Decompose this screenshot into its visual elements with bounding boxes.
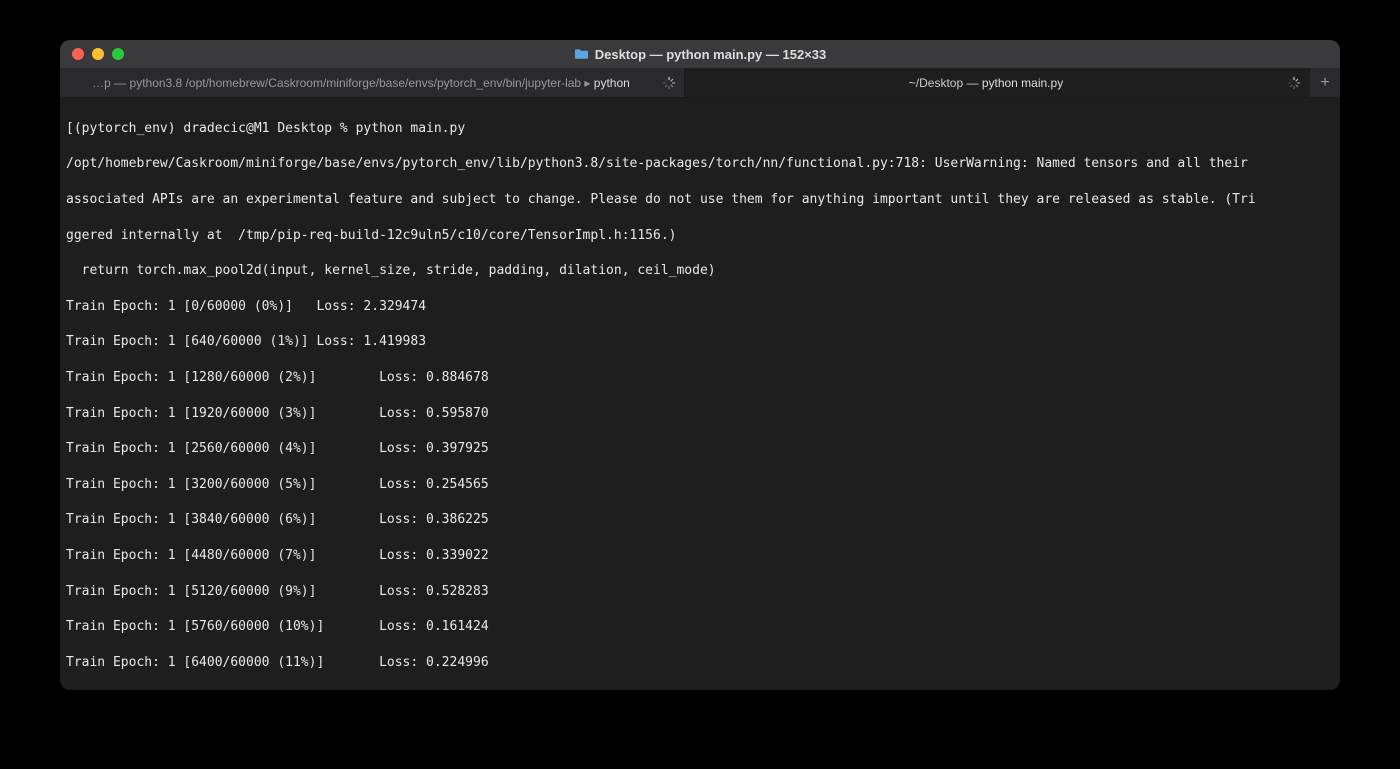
terminal-body[interactable]: [(pytorch_env) dradecic@M1 Desktop % pyt… [60, 98, 1340, 690]
terminal-train-line: Train Epoch: 1 [7040/60000 (12%)] Loss: … [66, 689, 1334, 690]
terminal-output-line: return torch.max_pool2d(input, kernel_si… [66, 262, 1334, 280]
tab-bar: …p — python3.8 /opt/homebrew/Caskroom/mi… [60, 68, 1340, 98]
close-button[interactable] [72, 48, 84, 60]
terminal-window: Desktop — python main.py — 152×33 …p — p… [60, 40, 1340, 690]
window-title: Desktop — python main.py — 152×33 [60, 47, 1340, 62]
terminal-train-line: Train Epoch: 1 [6400/60000 (11%)] Loss: … [66, 654, 1334, 672]
tab-main-py[interactable]: ~/Desktop — python main.py [685, 68, 1310, 97]
terminal-train-line: Train Epoch: 1 [5120/60000 (9%)] Loss: 0… [66, 583, 1334, 601]
terminal-train-line: Train Epoch: 1 [1280/60000 (2%)] Loss: 0… [66, 369, 1334, 387]
terminal-train-line: Train Epoch: 1 [4480/60000 (7%)] Loss: 0… [66, 547, 1334, 565]
terminal-train-line: Train Epoch: 1 [2560/60000 (4%)] Loss: 0… [66, 440, 1334, 458]
folder-icon [574, 48, 589, 60]
terminal-train-line: Train Epoch: 1 [640/60000 (1%)] Loss: 1.… [66, 333, 1334, 351]
minimize-button[interactable] [92, 48, 104, 60]
new-tab-button[interactable]: + [1310, 68, 1340, 97]
window-controls [72, 48, 124, 60]
terminal-train-line: Train Epoch: 1 [3200/60000 (5%)] Loss: 0… [66, 476, 1334, 494]
tab-label: …p — python3.8 /opt/homebrew/Caskroom/mi… [92, 76, 630, 90]
spinner-icon [1287, 76, 1301, 90]
titlebar[interactable]: Desktop — python main.py — 152×33 [60, 40, 1340, 68]
terminal-prompt-line: [(pytorch_env) dradecic@M1 Desktop % pyt… [66, 120, 1334, 138]
window-title-text: Desktop — python main.py — 152×33 [595, 47, 827, 62]
tab-label: ~/Desktop — python main.py [909, 76, 1063, 90]
terminal-output-line: /opt/homebrew/Caskroom/miniforge/base/en… [66, 155, 1334, 173]
terminal-output-line: associated APIs are an experimental feat… [66, 191, 1334, 209]
zoom-button[interactable] [112, 48, 124, 60]
terminal-train-line: Train Epoch: 1 [3840/60000 (6%)] Loss: 0… [66, 511, 1334, 529]
terminal-train-line: Train Epoch: 1 [5760/60000 (10%)] Loss: … [66, 618, 1334, 636]
terminal-train-line: Train Epoch: 1 [1920/60000 (3%)] Loss: 0… [66, 405, 1334, 423]
terminal-train-line: Train Epoch: 1 [0/60000 (0%)] Loss: 2.32… [66, 298, 1334, 316]
tab-jupyter[interactable]: …p — python3.8 /opt/homebrew/Caskroom/mi… [60, 68, 685, 97]
spinner-icon [662, 76, 676, 90]
terminal-output-line: ggered internally at /tmp/pip-req-build-… [66, 227, 1334, 245]
